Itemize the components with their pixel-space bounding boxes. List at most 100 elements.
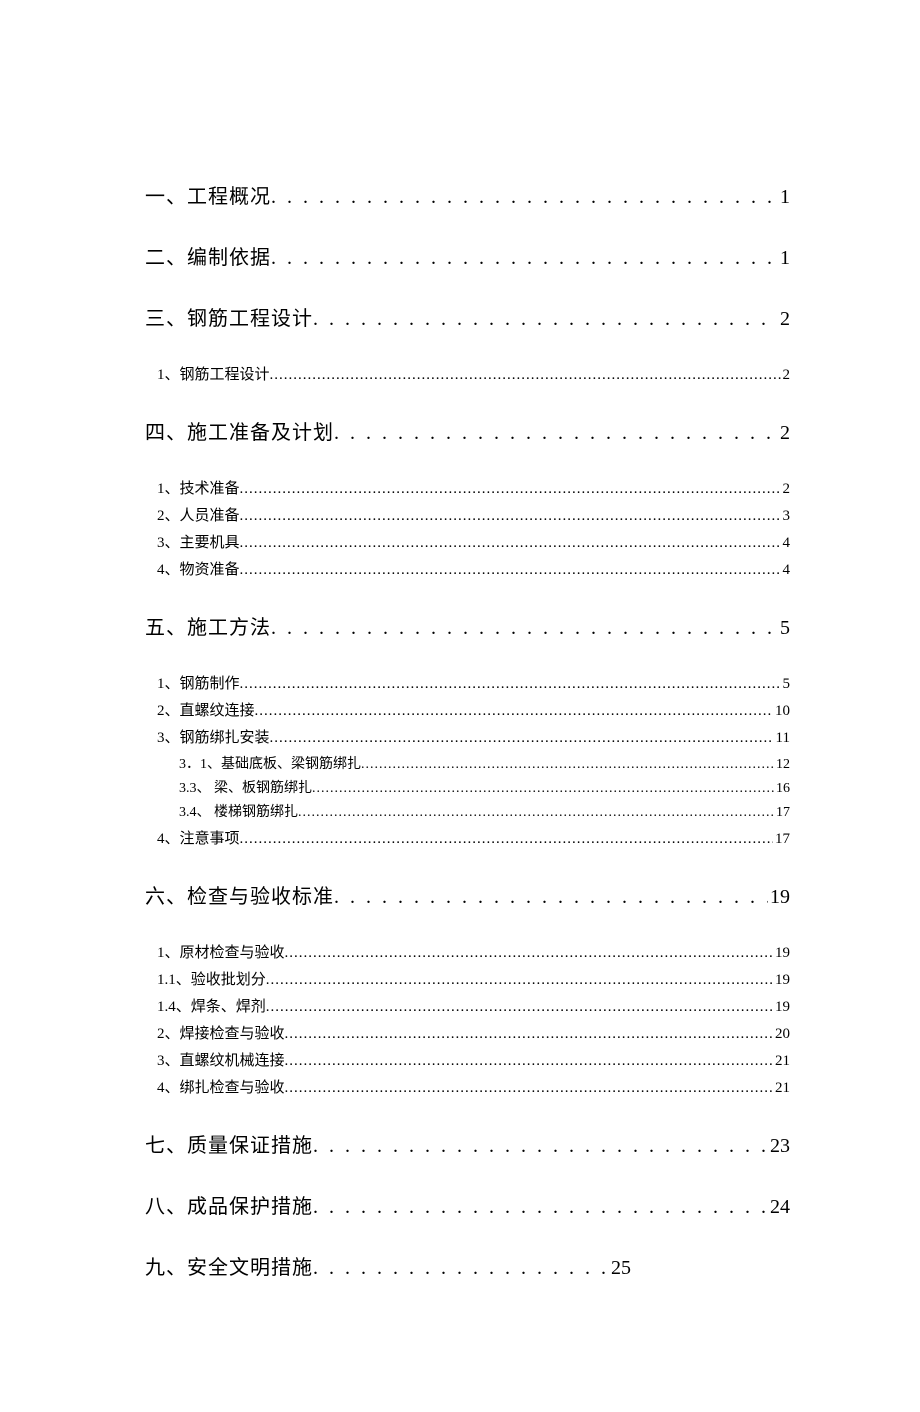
toc-label: 七、质量保证措施 (145, 1129, 313, 1158)
toc-leader-dots (240, 535, 781, 552)
toc-entry-s2: 二、编制依据 1 (145, 241, 790, 270)
toc-entry-s5-2: 2、直螺纹连接 10 (145, 699, 790, 720)
toc-label: 4、绑扎检查与验收 (157, 1076, 285, 1097)
toc-label: 四、施工准备及计划 (145, 416, 334, 445)
toc-page-number: 12 (774, 757, 790, 773)
toc-page-number: 1 (778, 247, 790, 270)
toc-entry-s4: 四、施工准备及计划 2 (145, 416, 790, 445)
toc-entry-s6-4: 4、绑扎检查与验收 21 (145, 1076, 790, 1097)
toc-page: 一、工程概况 1 二、编制依据 1 三、钢筋工程设计 2 1、钢筋工程设计 2 … (0, 0, 920, 1412)
toc-leader-dots (270, 367, 781, 384)
toc-entry-s8: 八、成品保护措施 24 (145, 1190, 790, 1219)
toc-label: 五、施工方法 (145, 611, 271, 640)
toc-label: 2、直螺纹连接 (157, 699, 255, 720)
toc-page-number: 19 (773, 972, 790, 989)
toc-entry-s6-1-4: 1.4、焊条、焊剂 19 (145, 995, 790, 1016)
toc-entry-s3: 三、钢筋工程设计 2 (145, 302, 790, 331)
toc-page-number: 21 (773, 1080, 790, 1097)
toc-page-number: 20 (773, 1026, 790, 1043)
toc-leader-dots (255, 703, 773, 720)
toc-leader-dots (313, 1257, 609, 1280)
toc-entry-s5-3-4: 3.4、 楼梯钢筋绑扎 17 (145, 801, 790, 821)
toc-entry-s4-2: 2、人员准备 3 (145, 504, 790, 525)
toc-label: 4、注意事项 (157, 827, 240, 848)
toc-entry-s6-3: 3、直螺纹机械连接 21 (145, 1049, 790, 1070)
toc-label: 1、技术准备 (157, 477, 240, 498)
toc-label: 1.4、焊条、焊剂 (157, 995, 266, 1016)
toc-page-number: 3 (781, 508, 791, 525)
toc-leader-dots (313, 1135, 768, 1158)
toc-label: 八、成品保护措施 (145, 1190, 313, 1219)
toc-entry-s6: 六、检查与验收标准 19 (145, 880, 790, 909)
toc-page-number: 11 (774, 730, 790, 747)
toc-leader-dots (271, 617, 778, 640)
toc-entry-s5-3: 3、钢筋绑扎安装 11 (145, 726, 790, 747)
toc-page-number: 4 (781, 535, 791, 552)
toc-label: 1、钢筋制作 (157, 672, 240, 693)
toc-page-number: 2 (781, 481, 791, 498)
toc-entry-s5-3-1: 3．1、基础底板、梁钢筋绑扎 12 (145, 753, 790, 773)
toc-entry-s6-1: 1、原材检查与验收 19 (145, 941, 790, 962)
toc-label: 九、安全文明措施 (145, 1251, 313, 1280)
toc-page-number: 17 (773, 831, 790, 848)
toc-entry-s6-2: 2、焊接检查与验收 20 (145, 1022, 790, 1043)
toc-leader-dots (312, 781, 774, 797)
toc-leader-dots (313, 308, 778, 331)
toc-label: 1、原材检查与验收 (157, 941, 285, 962)
toc-page-number: 2 (778, 308, 790, 331)
toc-leader-dots (271, 186, 778, 209)
toc-entry-s3-1: 1、钢筋工程设计 2 (145, 363, 790, 384)
toc-page-number: 10 (773, 703, 790, 720)
toc-page-number: 19 (773, 999, 790, 1016)
toc-leader-dots (298, 805, 774, 821)
toc-page-number: 17 (774, 805, 790, 821)
toc-leader-dots (240, 676, 781, 693)
toc-page-number: 4 (781, 562, 791, 579)
toc-label: 3、主要机具 (157, 531, 240, 552)
toc-label: 1、钢筋工程设计 (157, 363, 270, 384)
toc-label: 3.3、 梁、板钢筋绑扎 (179, 777, 312, 797)
toc-page-number: 2 (778, 422, 790, 445)
toc-page-number: 24 (768, 1196, 790, 1219)
toc-entry-s5: 五、施工方法 5 (145, 611, 790, 640)
toc-entry-s4-4: 4、物资准备 4 (145, 558, 790, 579)
toc-leader-dots (240, 508, 781, 525)
toc-label: 二、编制依据 (145, 241, 271, 270)
toc-leader-dots (285, 1080, 773, 1097)
toc-leader-dots (270, 730, 774, 747)
toc-leader-dots (240, 481, 781, 498)
toc-leader-dots (285, 1053, 773, 1070)
toc-page-number: 25 (609, 1257, 631, 1280)
toc-label: 3.4、 楼梯钢筋绑扎 (179, 801, 298, 821)
toc-leader-dots (271, 247, 778, 270)
toc-leader-dots (240, 562, 781, 579)
toc-entry-s7: 七、质量保证措施 23 (145, 1129, 790, 1158)
toc-leader-dots (285, 945, 773, 962)
toc-label: 1.1、验收批划分 (157, 968, 266, 989)
toc-entry-s4-1: 1、技术准备 2 (145, 477, 790, 498)
toc-leader-dots (266, 999, 773, 1016)
toc-label: 3、钢筋绑扎安装 (157, 726, 270, 747)
toc-leader-dots (240, 831, 773, 848)
toc-page-number: 21 (773, 1053, 790, 1070)
toc-entry-s4-3: 3、主要机具 4 (145, 531, 790, 552)
toc-label: 3．1、基础底板、梁钢筋绑扎 (179, 753, 361, 773)
toc-page-number: 1 (778, 186, 790, 209)
toc-page-number: 16 (774, 781, 790, 797)
toc-label: 三、钢筋工程设计 (145, 302, 313, 331)
toc-entry-s1: 一、工程概况 1 (145, 180, 790, 209)
toc-leader-dots (266, 972, 773, 989)
toc-label: 2、人员准备 (157, 504, 240, 525)
toc-leader-dots (361, 757, 774, 773)
toc-label: 六、检查与验收标准 (145, 880, 334, 909)
toc-label: 4、物资准备 (157, 558, 240, 579)
toc-page-number: 23 (768, 1135, 790, 1158)
toc-leader-dots (334, 422, 778, 445)
toc-label: 一、工程概况 (145, 180, 271, 209)
toc-entry-s5-4: 4、注意事项 17 (145, 827, 790, 848)
toc-label: 3、直螺纹机械连接 (157, 1049, 285, 1070)
toc-page-number: 19 (768, 886, 790, 909)
toc-entry-s5-1: 1、钢筋制作 5 (145, 672, 790, 693)
toc-entry-s5-3-3: 3.3、 梁、板钢筋绑扎 16 (145, 777, 790, 797)
toc-leader-dots (285, 1026, 773, 1043)
